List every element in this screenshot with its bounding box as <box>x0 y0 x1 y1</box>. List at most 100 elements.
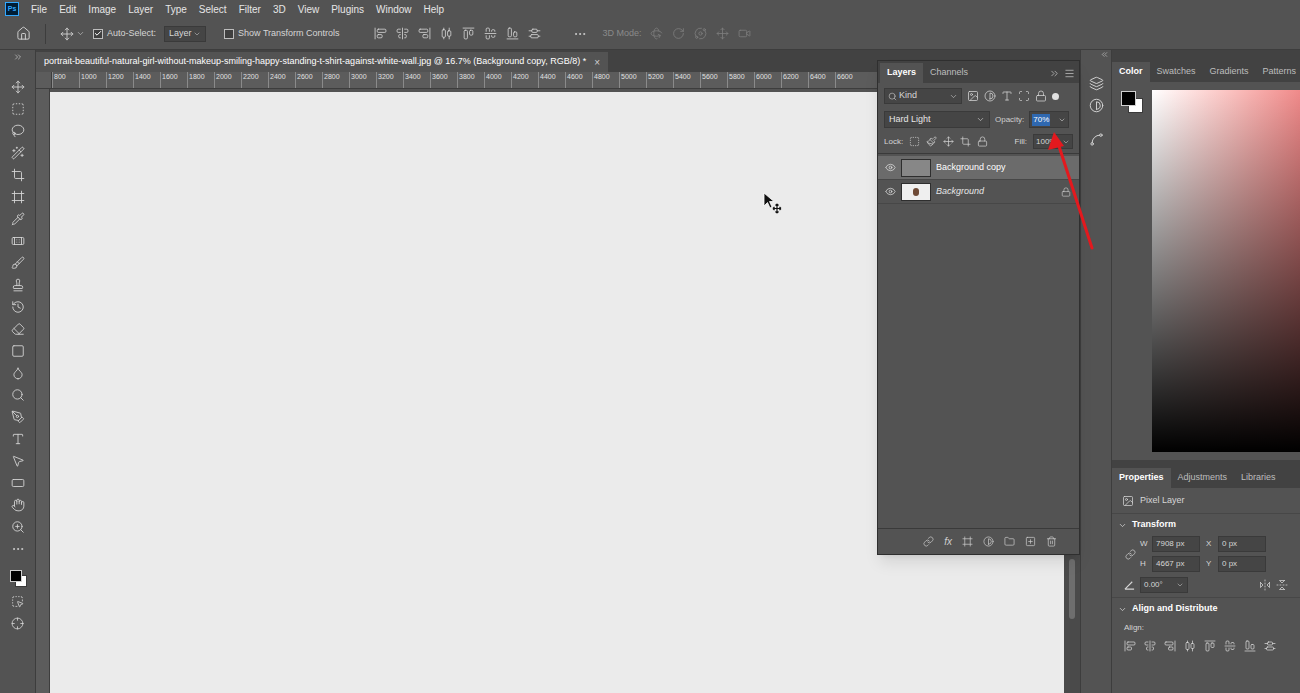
roll-3d-icon[interactable] <box>672 27 685 40</box>
layer-lock-icon[interactable] <box>1061 187 1071 197</box>
dodge-tool-icon[interactable] <box>11 388 25 402</box>
flip-vertical-icon[interactable] <box>1276 579 1288 591</box>
align-top-icon[interactable] <box>1204 640 1216 652</box>
adjustment-layer-icon[interactable] <box>983 536 994 547</box>
blend-mode-select[interactable]: Hard Light <box>884 111 990 128</box>
transform-field[interactable]: 0 px <box>1218 536 1266 552</box>
menu-item[interactable]: Edit <box>53 2 82 17</box>
distribute-horizontal-icon[interactable] <box>440 27 453 40</box>
lock-pixels-icon[interactable] <box>926 136 937 147</box>
color-swatches[interactable] <box>6 566 30 590</box>
menu-item[interactable]: 3D <box>267 2 292 17</box>
gradient-tool-icon[interactable] <box>11 344 25 358</box>
transform-field[interactable]: 0 px <box>1218 556 1266 572</box>
panel-tab[interactable]: Color <box>1112 62 1150 82</box>
transform-controls-checkbox[interactable] <box>224 29 234 39</box>
menu-item[interactable]: File <box>25 2 53 17</box>
more-options-icon[interactable] <box>573 27 587 41</box>
add-mask-icon[interactable] <box>962 536 973 547</box>
crop-tool-icon[interactable] <box>11 168 25 182</box>
align-right-icon[interactable] <box>1164 640 1176 652</box>
menu-item[interactable]: Plugins <box>325 2 370 17</box>
menu-item[interactable]: View <box>292 2 326 17</box>
close-tab-button[interactable]: × <box>594 55 600 70</box>
filter-pixel-icon[interactable] <box>967 90 979 102</box>
align-left-icon[interactable] <box>1124 640 1136 652</box>
tool-preset-chevron-icon[interactable] <box>76 29 85 38</box>
scale-3d-icon[interactable] <box>738 27 751 40</box>
opacity-field[interactable]: 70% <box>1029 111 1069 128</box>
angle-field[interactable]: 0.00° <box>1140 577 1188 593</box>
menu-item[interactable]: Type <box>159 2 193 17</box>
delete-layer-icon[interactable] <box>1046 536 1057 547</box>
orbit-3d-icon[interactable] <box>650 27 663 40</box>
move-tool-icon[interactable] <box>11 80 25 94</box>
align-top-icon[interactable] <box>462 27 475 40</box>
eyedropper-tool-icon[interactable] <box>11 212 25 226</box>
home-icon[interactable] <box>16 26 31 41</box>
auto-select-target[interactable]: Layer <box>164 26 206 42</box>
align-right-icon[interactable] <box>418 27 431 40</box>
drag-3d-icon[interactable] <box>694 27 707 40</box>
panel-tab[interactable]: Patterns <box>1256 62 1300 82</box>
stamp-tool-icon[interactable] <box>11 278 25 292</box>
align-bottom-icon[interactable] <box>1244 640 1256 652</box>
slide-3d-icon[interactable] <box>716 27 729 40</box>
filter-type-icon[interactable] <box>1001 90 1013 102</box>
filter-toggle[interactable] <box>1052 93 1059 100</box>
hand-tool-icon[interactable] <box>11 498 25 512</box>
menu-item[interactable]: Filter <box>233 2 267 17</box>
layers-panel-icon[interactable] <box>1089 76 1104 91</box>
panel-tab[interactable]: Gradients <box>1203 62 1256 82</box>
distribute-vertical-icon[interactable] <box>528 27 541 40</box>
menu-item[interactable]: Window <box>370 2 418 17</box>
filter-smart-object-icon[interactable] <box>1035 90 1047 102</box>
lasso-tool-icon[interactable] <box>11 124 25 138</box>
align-center-icon[interactable] <box>396 27 409 40</box>
link-layers-icon[interactable] <box>923 536 934 547</box>
menu-item[interactable]: Image <box>82 2 122 17</box>
panel-tab[interactable]: Channels <box>923 63 975 83</box>
move-tool-icon[interactable] <box>60 27 74 41</box>
panel-tab[interactable]: Layers <box>880 63 923 83</box>
zoom-tool-icon[interactable] <box>11 520 25 534</box>
quick-mask-icon[interactable] <box>11 595 24 608</box>
marquee-tool-icon[interactable] <box>11 102 25 116</box>
distribute-horizontal-icon[interactable] <box>1184 640 1196 652</box>
filter-adjustment-icon[interactable] <box>984 90 996 102</box>
blur-tool-icon[interactable] <box>11 366 25 380</box>
align-middle-icon[interactable] <box>1224 640 1236 652</box>
distribute-vertical-icon[interactable] <box>1264 640 1276 652</box>
foreground-background-swatch[interactable] <box>1120 90 1146 116</box>
menu-item[interactable]: Help <box>418 2 451 17</box>
align-left-icon[interactable] <box>374 27 387 40</box>
new-layer-icon[interactable] <box>1025 536 1036 547</box>
lock-transparent-icon[interactable] <box>909 136 920 147</box>
pen-tool-icon[interactable] <box>11 410 25 424</box>
transform-field[interactable]: 4667 px <box>1152 556 1200 572</box>
healing-tool-icon[interactable] <box>11 234 25 248</box>
panel-tab[interactable]: Swatches <box>1150 62 1203 82</box>
align-center-icon[interactable] <box>1144 640 1156 652</box>
adjustments-panel-icon[interactable] <box>1089 98 1104 113</box>
path-select-tool-icon[interactable] <box>11 454 25 468</box>
quick-select-tool-icon[interactable] <box>11 146 25 160</box>
collapse-icon[interactable] <box>1049 68 1060 79</box>
screen-mode-icon[interactable] <box>11 617 24 630</box>
filter-kind-select[interactable]: Kind <box>884 88 962 104</box>
panel-tab[interactable]: Libraries <box>1234 468 1283 488</box>
panel-tab[interactable]: Adjustments <box>1171 468 1235 488</box>
menu-item[interactable]: Select <box>193 2 233 17</box>
align-middle-icon[interactable] <box>484 27 497 40</box>
layer-row[interactable]: Background copy <box>878 156 1079 180</box>
constrain-proportions-icon[interactable] <box>1125 549 1136 560</box>
eraser-tool-icon[interactable] <box>11 322 25 336</box>
align-section-header[interactable]: Align and Distribute <box>1112 598 1300 620</box>
color-field[interactable] <box>1152 90 1300 452</box>
transform-field[interactable]: 7908 px <box>1152 536 1200 552</box>
frame-tool-icon[interactable] <box>11 190 25 204</box>
more-tools-icon[interactable] <box>11 542 25 556</box>
auto-select-checkbox[interactable] <box>93 29 103 39</box>
layer-row[interactable]: Background <box>878 180 1079 204</box>
panel-tab[interactable]: Properties <box>1112 468 1171 488</box>
